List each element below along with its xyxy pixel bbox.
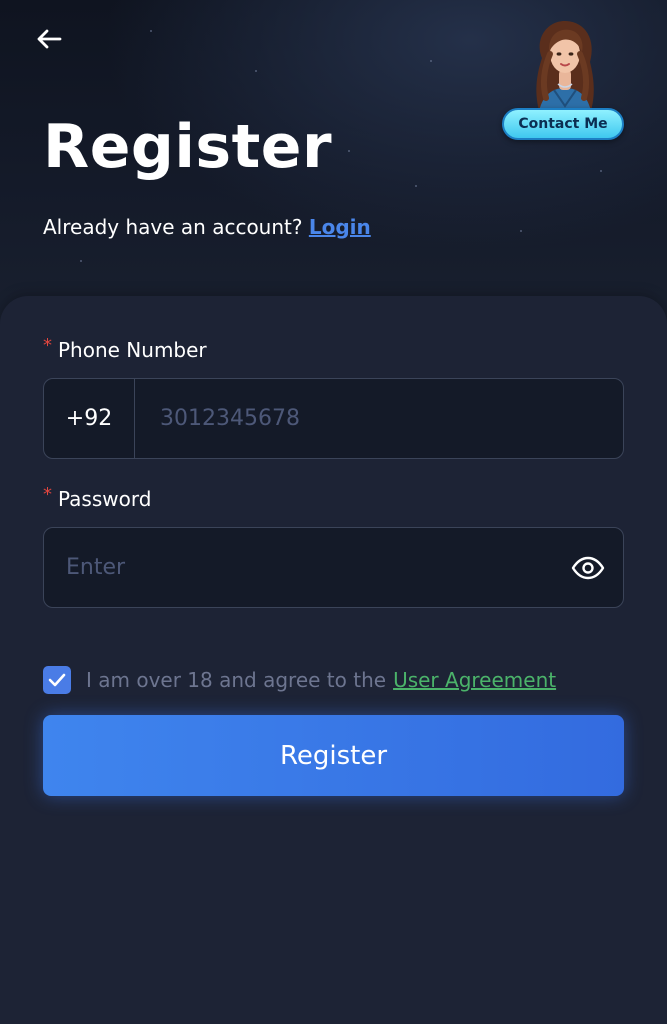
star-decoration xyxy=(415,185,417,187)
login-link[interactable]: Login xyxy=(309,215,371,239)
star-decoration xyxy=(255,70,257,72)
checkmark-icon xyxy=(48,673,66,687)
agreement-row: I am over 18 and agree to the User Agree… xyxy=(43,665,556,695)
eye-icon xyxy=(571,556,605,579)
star-decoration xyxy=(150,30,152,32)
user-agreement-link[interactable]: User Agreement xyxy=(393,668,556,692)
password-field xyxy=(43,527,624,608)
register-form: * Phone Number +92 * Password xyxy=(0,296,667,1024)
back-button[interactable] xyxy=(36,22,82,56)
support-agent-avatar xyxy=(536,20,594,118)
phone-label: * Phone Number xyxy=(43,335,207,362)
agreement-text: I am over 18 and agree to the xyxy=(86,668,387,692)
contact-me-button[interactable]: Contact Me xyxy=(502,108,624,140)
arrow-left-icon xyxy=(37,29,62,49)
password-label-text: Password xyxy=(58,487,152,511)
register-button[interactable]: Register xyxy=(43,715,624,796)
phone-label-text: Phone Number xyxy=(58,338,207,362)
login-prompt: Already have an account? Login xyxy=(43,215,371,239)
password-label: * Password xyxy=(43,484,152,511)
star-decoration xyxy=(80,260,82,262)
agreement-checkbox[interactable] xyxy=(43,666,71,694)
phone-field: +92 xyxy=(43,378,624,459)
phone-number-input[interactable] xyxy=(135,379,623,458)
password-visibility-toggle[interactable] xyxy=(553,528,623,607)
login-prompt-text: Already have an account? xyxy=(43,215,303,239)
required-asterisk: * xyxy=(43,335,52,356)
register-page: Register Already have an account? Login xyxy=(0,0,667,1024)
contact-widget[interactable]: Contact Me xyxy=(500,18,626,142)
star-decoration xyxy=(430,60,432,62)
country-code-selector[interactable]: +92 xyxy=(44,379,135,458)
password-input[interactable] xyxy=(44,528,553,607)
required-asterisk: * xyxy=(43,484,52,505)
header: Register Already have an account? Login xyxy=(0,0,667,330)
star-decoration xyxy=(600,170,602,172)
page-title: Register xyxy=(43,112,333,182)
star-decoration xyxy=(520,230,522,232)
star-decoration xyxy=(348,150,350,152)
